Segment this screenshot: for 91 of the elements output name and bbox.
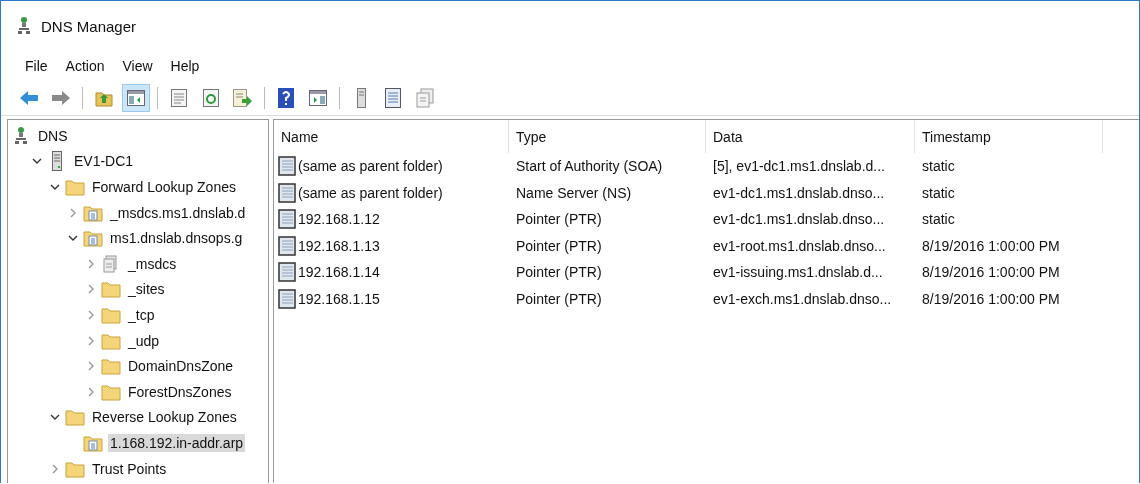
action-pane-icon[interactable] xyxy=(309,90,327,106)
tree-item[interactable]: _udp xyxy=(126,331,162,350)
table-cell-text: Pointer (PTR) xyxy=(515,237,603,254)
table-cell: 192.168.1.12 xyxy=(298,211,380,228)
forward-arrow-icon[interactable] xyxy=(51,90,71,106)
tree-item[interactable]: _tcp xyxy=(126,305,157,324)
column-header[interactable]: Type xyxy=(509,120,706,153)
table-cell-text: Pointer (PTR) xyxy=(515,211,603,228)
column-header[interactable]: Timestamp xyxy=(915,120,1103,153)
list-icon[interactable] xyxy=(385,88,401,108)
console-tree-icon[interactable] xyxy=(127,90,145,106)
dns-icon xyxy=(14,126,28,145)
collapsed-chevron-icon[interactable] xyxy=(88,335,94,346)
tree-item[interactable]: EV1-DC1 xyxy=(72,152,136,171)
folder-icon xyxy=(101,331,121,350)
collapsed-chevron-icon[interactable] xyxy=(88,361,94,372)
table-cell-text: ev1-issuing.ms1.dnslab.d... xyxy=(712,264,884,281)
server-icon xyxy=(52,151,62,172)
window-title: DNS Manager xyxy=(41,17,137,35)
table-cell-text: [5], ev1-dc1.ms1.dnslab.d... xyxy=(712,158,886,175)
tree-item[interactable]: _msdcs xyxy=(126,254,179,273)
help-icon[interactable] xyxy=(278,88,294,108)
tree-item[interactable]: 1.168.192.in-addr.arp xyxy=(108,433,246,452)
collapsed-chevron-icon[interactable] xyxy=(88,386,94,397)
column-header[interactable]: Name xyxy=(274,120,509,153)
folder-icon xyxy=(101,382,121,401)
menu-item[interactable]: View xyxy=(113,56,162,76)
table-cell-text: ev1-dc1.ms1.dnslab.dnso... xyxy=(712,211,886,228)
table-cell-text: Start of Authority (SOA) xyxy=(515,158,664,175)
collapsed-chevron-icon[interactable] xyxy=(88,258,94,269)
tree-item[interactable]: DomainDnsZone xyxy=(126,357,236,376)
tree-item[interactable]: ForestDnsZones xyxy=(126,382,234,401)
record-icon xyxy=(278,182,296,203)
collapsed-chevron-icon[interactable] xyxy=(52,463,58,474)
refresh-icon[interactable] xyxy=(203,89,219,107)
table-cell-text: ev1-exch.ms1.dnslab.dnso... xyxy=(712,290,893,307)
table-cell-text: ev1-root.ms1.dnslab.dnso... xyxy=(712,237,887,254)
properties-icon[interactable] xyxy=(171,89,187,107)
copy-icon[interactable] xyxy=(416,88,434,108)
folder-icon xyxy=(65,178,85,196)
zone-folder-icon xyxy=(83,433,103,452)
record-icon xyxy=(278,235,296,256)
expanded-chevron-icon[interactable] xyxy=(50,414,60,421)
tree-item[interactable]: Reverse Lookup Zones xyxy=(90,408,239,427)
server-icon[interactable] xyxy=(356,88,366,108)
table-cell-text: static xyxy=(921,158,956,175)
table-cell-text: 8/19/2016 1:00:00 PM xyxy=(921,237,1061,254)
table-cell-text: 8/19/2016 1:00:00 PM xyxy=(921,290,1061,307)
folder-icon xyxy=(101,305,121,324)
tree-item[interactable]: DNS xyxy=(36,126,70,145)
tree-item[interactable]: ms1.dnslab.dnsops.g xyxy=(108,229,245,248)
collapsed-chevron-icon[interactable] xyxy=(88,309,94,320)
table-cell-text: static xyxy=(921,184,956,201)
tree-item[interactable]: _sites xyxy=(126,280,167,299)
collapsed-chevron-icon[interactable] xyxy=(88,284,94,295)
tree-item[interactable]: Forward Lookup Zones xyxy=(90,178,238,196)
table-cell-text: Name Server (NS) xyxy=(515,184,633,201)
folder-icon xyxy=(65,459,85,478)
tree-item[interactable]: _msdcs.ms1.dnslab.d xyxy=(108,203,248,222)
collapsed-chevron-icon[interactable] xyxy=(70,207,76,218)
table-cell-text: Pointer (PTR) xyxy=(515,264,603,281)
table-cell-text: static xyxy=(921,211,956,228)
table-cell-text: 8/19/2016 1:00:00 PM xyxy=(921,264,1061,281)
expanded-chevron-icon[interactable] xyxy=(32,158,42,165)
folder-icon xyxy=(101,357,121,376)
expanded-chevron-icon[interactable] xyxy=(68,235,78,242)
column-header[interactable]: Data xyxy=(706,120,915,153)
record-icon xyxy=(278,156,296,177)
menu-item[interactable]: Help xyxy=(161,56,209,76)
folder-up-icon[interactable] xyxy=(95,89,113,107)
back-arrow-icon[interactable] xyxy=(19,90,39,106)
table-cell: 192.168.1.13 xyxy=(298,237,380,254)
record-icon xyxy=(278,209,296,230)
menu-item[interactable]: File xyxy=(15,56,57,76)
table-cell: (same as parent folder) xyxy=(298,184,443,201)
export-list-icon[interactable] xyxy=(233,89,253,107)
record-icon xyxy=(278,288,296,309)
expanded-chevron-icon[interactable] xyxy=(50,184,60,190)
table-cell: (same as parent folder) xyxy=(298,158,443,175)
record-icon xyxy=(278,262,296,283)
tree-item[interactable]: Trust Points xyxy=(90,459,169,478)
zone-folder-icon xyxy=(83,229,103,248)
table-cell-text: ev1-dc1.ms1.dnslab.dnso... xyxy=(712,184,886,201)
table-cell: 192.168.1.15 xyxy=(298,290,380,307)
folder-icon xyxy=(65,408,85,427)
zone-folder-icon xyxy=(83,203,103,222)
table-cell: 192.168.1.14 xyxy=(298,264,380,281)
app-icon xyxy=(17,17,31,35)
menu-item[interactable]: Action xyxy=(56,56,114,76)
table-cell-text: Pointer (PTR) xyxy=(515,290,603,307)
folder-icon xyxy=(101,280,121,299)
